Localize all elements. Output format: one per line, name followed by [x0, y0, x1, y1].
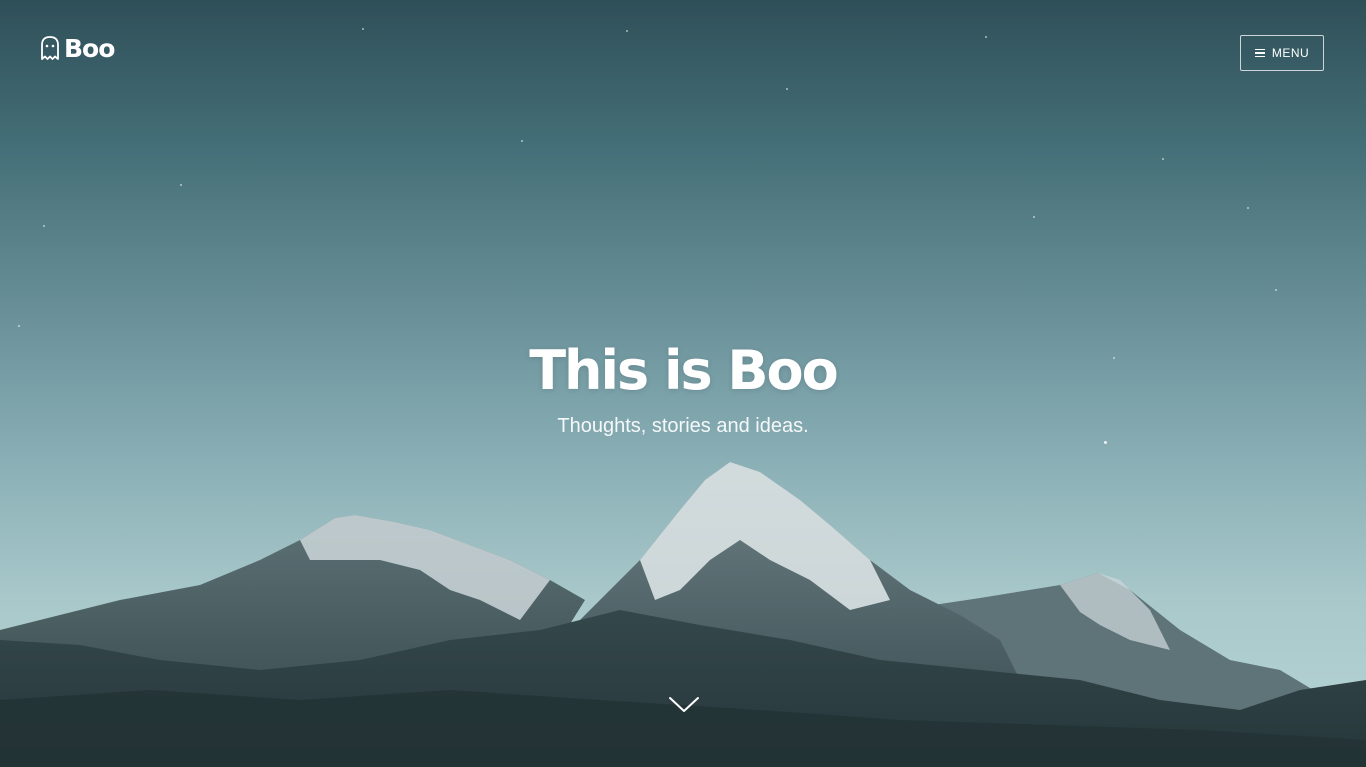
- menu-button[interactable]: MENU: [1240, 35, 1324, 71]
- hero-section: Boo MENU This is Boo Thoughts, stories a…: [0, 0, 1366, 767]
- site-logo[interactable]: Boo: [39, 33, 115, 63]
- hamburger-icon: [1254, 48, 1265, 58]
- ghost-icon: [41, 36, 59, 60]
- hero-content: This is Boo Thoughts, stories and ideas.: [0, 335, 1366, 439]
- menu-label: MENU: [1271, 46, 1310, 60]
- logo-text: Boo: [64, 33, 115, 63]
- hero-subtitle: Thoughts, stories and ideas.: [557, 415, 809, 437]
- chevron-down-icon[interactable]: [667, 694, 701, 716]
- hero-title: This is Boo: [529, 339, 839, 402]
